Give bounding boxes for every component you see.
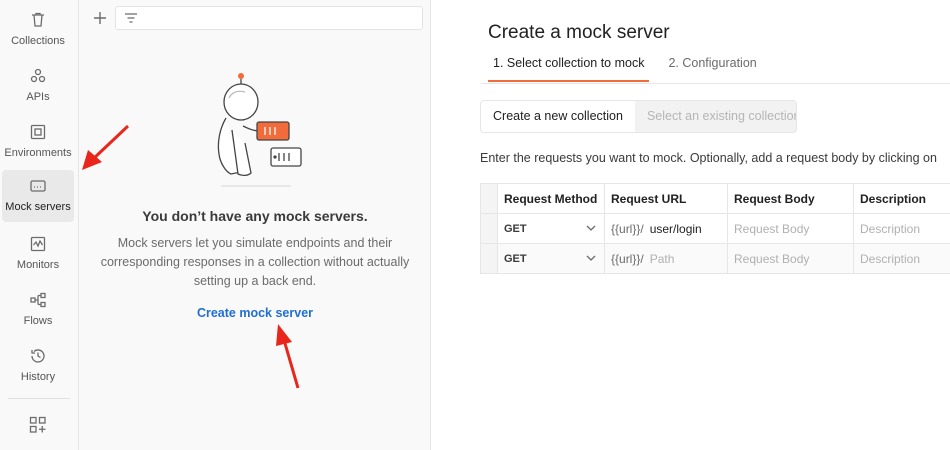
request-method-value: GET	[504, 252, 527, 265]
trash-can-icon	[32, 12, 44, 27]
column-header: Request Method	[497, 183, 605, 214]
create-mock-server-link[interactable]: Create mock server	[79, 306, 431, 320]
rail-label-mock-servers: Mock servers	[5, 201, 71, 213]
description-field[interactable]: Description	[853, 243, 950, 274]
row-gutter	[480, 243, 498, 274]
row-gutter	[480, 213, 498, 244]
rail-item-history[interactable]: History	[2, 340, 74, 392]
empty-state-description: Mock servers let you simulate endpoints …	[100, 236, 410, 288]
flows-icon	[30, 292, 46, 308]
table-header-row: Request Method Request URL Request Body …	[480, 183, 950, 214]
request-body-field[interactable]: Request Body	[727, 243, 854, 274]
instructions-text: Enter the requests you want to mock. Opt…	[480, 151, 937, 165]
plus-icon[interactable]	[91, 9, 109, 27]
history-icon	[31, 349, 45, 363]
url-path-placeholder: Path	[649, 251, 675, 266]
astronaut-illustration	[217, 73, 302, 187]
left-nav-rail: Collections APIs Environments Mock serve…	[0, 0, 79, 450]
rail-item-apis[interactable]: APIs	[2, 60, 74, 112]
tab-select-collection[interactable]: 1. Select collection to mock	[488, 52, 650, 82]
row-gutter	[480, 183, 498, 214]
request-url-field[interactable]: {{url}}/ user/login	[604, 213, 728, 244]
server-icon	[30, 180, 46, 192]
chevron-down-icon	[586, 225, 596, 231]
create-new-collection-option[interactable]: Create a new collection	[481, 101, 635, 132]
collection-mode-toggle: Create a new collection Select an existi…	[480, 100, 797, 133]
chevron-down-icon	[586, 255, 596, 261]
apis-icon	[30, 68, 46, 83]
rail-label-collections: Collections	[11, 35, 65, 47]
rail-item-monitors[interactable]: Monitors	[2, 228, 74, 280]
table-row: GET {{url}}/ user/login Request Body Desc…	[480, 213, 950, 244]
select-existing-collection-option[interactable]: Select an existing collection	[635, 101, 796, 132]
url-prefix: {{url}}/	[611, 221, 644, 236]
rail-label-flows: Flows	[23, 315, 53, 327]
url-path: user/login	[649, 221, 702, 236]
tabs-divider	[481, 83, 950, 84]
filter-input[interactable]	[115, 6, 423, 30]
column-header: Description	[853, 183, 950, 214]
request-body-field[interactable]: Request Body	[727, 213, 854, 244]
rail-item-collections[interactable]: Collections	[2, 4, 74, 56]
rail-label-environments: Environments	[4, 147, 72, 159]
rail-item-flows[interactable]: Flows	[2, 284, 74, 336]
url-prefix: {{url}}/	[611, 251, 644, 266]
request-method-value: GET	[504, 222, 527, 235]
empty-state-title: You don’t have any mock servers.	[142, 208, 368, 224]
filter-icon	[125, 13, 137, 23]
page-title: Create a mock server	[488, 22, 670, 43]
description-field[interactable]: Description	[853, 213, 950, 244]
column-header: Request URL	[604, 183, 728, 214]
request-method-select[interactable]: GET	[497, 213, 605, 244]
table-row: GET {{url}}/ Path Request Body Descriptio…	[480, 243, 950, 274]
rail-divider	[8, 398, 70, 399]
rail-item-environments[interactable]: Environments	[2, 116, 74, 168]
request-method-select[interactable]: GET	[497, 243, 605, 274]
rail-label-apis: APIs	[26, 91, 50, 103]
requests-table: Request Method Request URL Request Body …	[480, 183, 950, 274]
column-header: Request Body	[727, 183, 854, 214]
mock-servers-panel: You don’t have any mock servers. Mock se…	[79, 0, 431, 450]
environments-icon	[30, 124, 46, 140]
rail-label-history: History	[20, 371, 56, 383]
grid-plus-icon[interactable]	[28, 415, 48, 435]
monitor-icon	[30, 236, 46, 252]
tab-configuration[interactable]: 2. Configuration	[663, 52, 761, 82]
rail-item-mock-servers[interactable]: Mock servers	[2, 170, 74, 222]
main-content: Create a mock server 1. Select collectio…	[431, 0, 950, 450]
rail-label-monitors: Monitors	[16, 259, 60, 271]
request-url-field[interactable]: {{url}}/ Path	[604, 243, 728, 274]
step-tabs: 1. Select collection to mock 2. Configur…	[488, 52, 776, 82]
